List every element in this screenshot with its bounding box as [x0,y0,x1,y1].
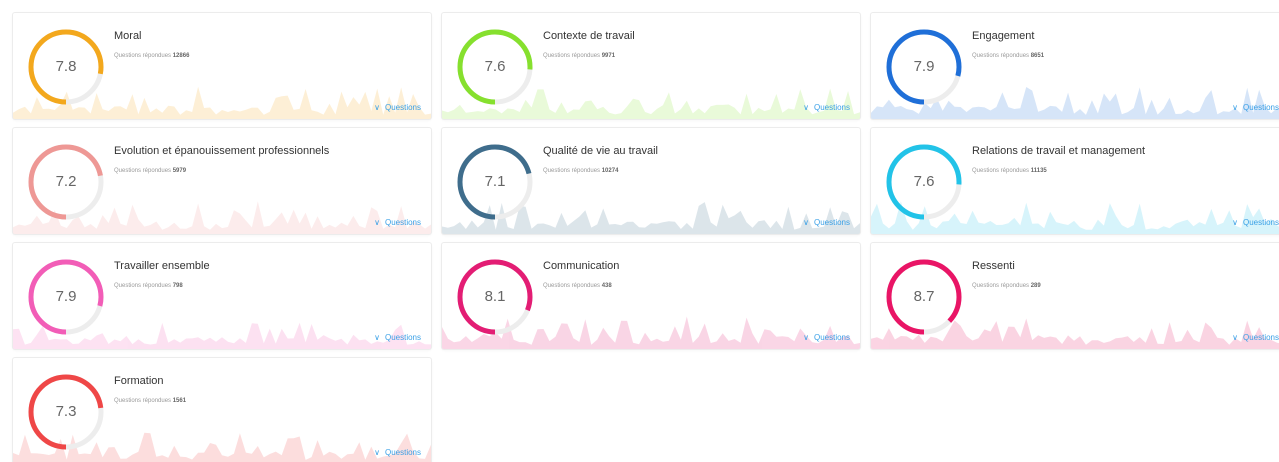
chevron-down-icon: ∨ [374,448,380,457]
category-title: Evolution et épanouissement professionne… [114,145,330,157]
answers-count: 8651 [1030,53,1045,59]
questions-toggle[interactable]: ∨ Questions [374,333,421,342]
answers-count-line: Questions répondues 9971 [543,53,615,59]
category-card-contexte-de-travail[interactable]: 7.6 Contexte de travail Questions répond… [441,12,861,120]
chevron-down-icon: ∨ [374,333,380,342]
score-value: 7.9 [913,58,935,75]
answers-label: Questions répondues [972,168,1030,174]
answers-label: Questions répondues [114,53,172,59]
questions-toggle[interactable]: ∨ Questions [803,103,850,112]
questions-label: Questions [384,448,421,457]
questions-toggle[interactable]: ∨ Questions [803,218,850,227]
questions-label: Questions [1242,333,1279,342]
category-title: Moral [114,30,142,42]
answers-count: 10274 [601,168,619,174]
answers-count-line: Questions répondues 1561 [114,398,186,404]
category-card-qualite-de-vie[interactable]: 7.1 Qualité de vie au travail Questions … [441,127,861,235]
category-title: Engagement [972,30,1035,42]
answers-label: Questions répondues [543,283,601,289]
questions-label: Questions [813,103,850,112]
questions-toggle[interactable]: ∨ Questions [374,103,421,112]
questions-toggle[interactable]: ∨ Questions [374,448,421,457]
score-value: 8.7 [913,288,935,305]
answers-count-line: Questions répondues 438 [543,283,612,289]
category-card-engagement[interactable]: 7.9 Engagement Questions répondues 8651 … [870,12,1279,120]
category-card-formation[interactable]: 7.3 Formation Questions répondues 1561 ∨… [12,357,432,462]
answers-label: Questions répondues [543,168,601,174]
answers-label: Questions répondues [114,168,172,174]
category-card-evolution[interactable]: 7.2 Evolution et épanouissement professi… [12,127,432,235]
answers-count: 5979 [172,168,187,174]
answers-count-line: Questions répondues 10274 [543,168,618,174]
answers-count: 289 [1030,283,1041,289]
answers-count-line: Questions répondues 12866 [114,53,189,59]
questions-label: Questions [813,333,850,342]
category-card-moral[interactable]: 7.8 Moral Questions répondues 12866 ∨ Que… [12,12,432,120]
category-title: Relations de travail et management [972,145,1146,157]
category-title: Travailler ensemble [114,260,210,272]
answers-count-line: Questions répondues 798 [114,283,183,289]
answers-count: 798 [172,283,183,289]
answers-count: 438 [601,283,612,289]
category-title: Communication [543,260,620,272]
questions-toggle[interactable]: ∨ Questions [1232,218,1279,227]
score-value: 7.2 [55,173,77,190]
chevron-down-icon: ∨ [374,103,380,112]
questions-toggle[interactable]: ∨ Questions [803,333,850,342]
survey-categories-grid: 7.8 Moral Questions répondues 12866 ∨ Que… [0,0,1279,462]
questions-label: Questions [1242,103,1279,112]
answers-label: Questions répondues [114,283,172,289]
score-value: 7.9 [55,288,77,305]
questions-label: Questions [384,218,421,227]
answers-count: 1561 [172,398,187,404]
chevron-down-icon: ∨ [803,333,809,342]
category-card-communication[interactable]: 8.1 Communication Questions répondues 43… [441,242,861,350]
score-value: 7.6 [913,173,935,190]
answers-count: 11135 [1030,168,1047,174]
answers-label: Questions répondues [543,53,601,59]
score-value: 8.1 [484,288,506,305]
score-value: 7.8 [55,58,77,75]
chevron-down-icon: ∨ [803,218,809,227]
answers-count: 9971 [601,53,616,59]
questions-label: Questions [813,218,850,227]
questions-label: Questions [384,333,421,342]
questions-label: Questions [384,103,421,112]
answers-label: Questions répondues [972,53,1030,59]
answers-label: Questions répondues [114,398,172,404]
questions-label: Questions [1242,218,1279,227]
chevron-down-icon: ∨ [1232,333,1238,342]
category-card-ressenti[interactable]: 8.7 Ressenti Questions répondues 289 ∨ Qu… [870,242,1279,350]
answers-count-line: Questions répondues 11135 [972,168,1047,174]
answers-count: 12866 [172,53,190,59]
questions-toggle[interactable]: ∨ Questions [1232,333,1279,342]
category-card-relations[interactable]: 7.6 Relations de travail et management Q… [870,127,1279,235]
category-title: Contexte de travail [543,30,635,42]
score-value: 7.3 [55,403,77,420]
chevron-down-icon: ∨ [374,218,380,227]
category-title: Ressenti [972,260,1015,272]
questions-toggle[interactable]: ∨ Questions [1232,103,1279,112]
chevron-down-icon: ∨ [803,103,809,112]
chevron-down-icon: ∨ [1232,103,1238,112]
answers-count-line: Questions répondues 5979 [114,168,186,174]
category-title: Qualité de vie au travail [543,145,658,157]
category-card-travailler-ensemble[interactable]: 7.9 Travailler ensemble Questions répond… [12,242,432,350]
chevron-down-icon: ∨ [1232,218,1238,227]
answers-count-line: Questions répondues 289 [972,283,1041,289]
questions-toggle[interactable]: ∨ Questions [374,218,421,227]
score-value: 7.6 [484,58,506,75]
answers-label: Questions répondues [972,283,1030,289]
category-title: Formation [114,375,164,387]
score-value: 7.1 [484,173,506,190]
answers-count-line: Questions répondues 8651 [972,53,1044,59]
